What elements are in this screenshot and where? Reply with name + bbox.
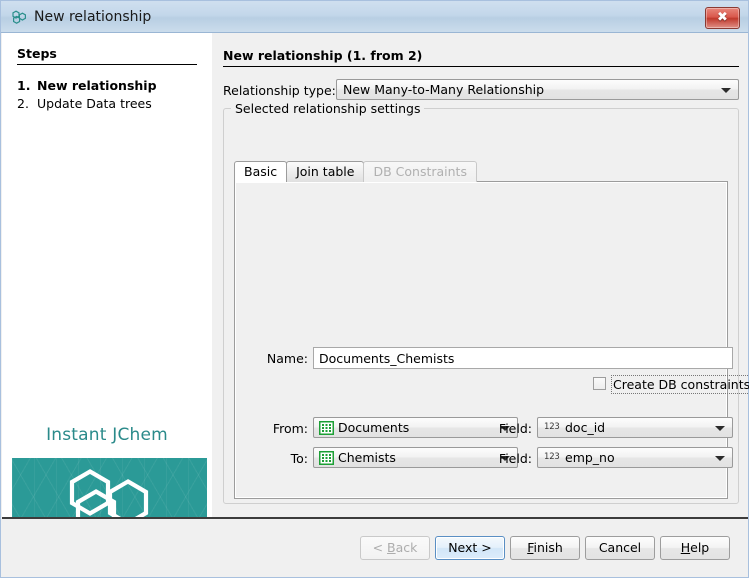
to-field-select[interactable]: 123 emp_no [537,447,733,468]
chevron-down-icon [721,88,731,93]
to-table-value: Chemists [338,448,495,467]
back-mnemonic: B [387,540,396,555]
steps-divider [17,64,197,65]
page-title-divider [223,66,739,67]
jchem-molecule-icon [10,8,28,26]
steps-heading: Steps [17,46,57,61]
tab-db-constraints: DB Constraints [363,161,477,182]
from-table-value: Documents [338,418,495,437]
next-button[interactable]: Next > [435,536,505,560]
tab-strip: Basic Join table DB Constraints [234,161,476,182]
from-label: From: [235,421,308,436]
relationship-type-value: New Many-to-Many Relationship [343,80,716,99]
checkbox-box [593,377,606,390]
help-mnemonic: H [681,540,690,555]
from-field-label: Field: [484,421,532,436]
group-title: Selected relationship settings [231,101,424,116]
name-label: Name: [235,351,308,366]
table-icon [319,451,334,465]
steps-panel: Steps 1.New relationship 2.Update Data t… [2,33,212,517]
to-field-label: Field: [484,451,532,466]
name-input[interactable] [313,347,733,369]
title-bar: New relationship ✖ [1,1,748,33]
to-label: To: [235,451,308,466]
number-type-icon: 123 [544,452,560,462]
step-item-1: 1.New relationship [17,78,157,93]
new-relationship-dialog: New relationship ✖ Steps 1.New relations… [0,0,749,578]
button-bar: < Back Next > Finish Cancel Help [2,519,748,577]
step-label: New relationship [37,78,157,93]
relationship-type-select[interactable]: New Many-to-Many Relationship [336,79,739,100]
page-title: New relationship (1. from 2) [223,48,422,63]
step-number: 2. [17,96,37,111]
window-title: New relationship [34,8,151,26]
tab-basic[interactable]: Basic [234,161,287,182]
main-content-panel: New relationship (1. from 2) Relationshi… [212,33,748,517]
step-number: 1. [17,78,37,93]
finish-button[interactable]: Finish [510,536,580,560]
step-label: Update Data trees [37,96,152,111]
chevron-down-icon [715,426,725,431]
number-type-icon: 123 [544,422,560,432]
close-button[interactable]: ✖ [705,7,740,29]
brand-title: Instant JChem [2,425,212,445]
relationship-type-label: Relationship type: [223,83,336,98]
from-field-select[interactable]: 123 doc_id [537,417,733,438]
close-icon: ✖ [706,8,739,28]
chevron-down-icon [715,456,725,461]
cancel-button[interactable]: Cancel [585,536,655,560]
back-button: < Back [360,536,430,560]
to-field-value: emp_no [565,448,710,467]
table-icon [319,421,334,435]
tab-panel-basic: Name: Create DB constraints From: [234,181,728,499]
help-button[interactable]: Help [660,536,730,560]
step-item-2: 2.Update Data trees [17,96,152,111]
from-field-value: doc_id [565,418,710,437]
finish-mnemonic: F [527,540,533,555]
tab-join-table[interactable]: Join table [286,161,364,182]
checkbox-label: Create DB constraints [611,375,749,394]
